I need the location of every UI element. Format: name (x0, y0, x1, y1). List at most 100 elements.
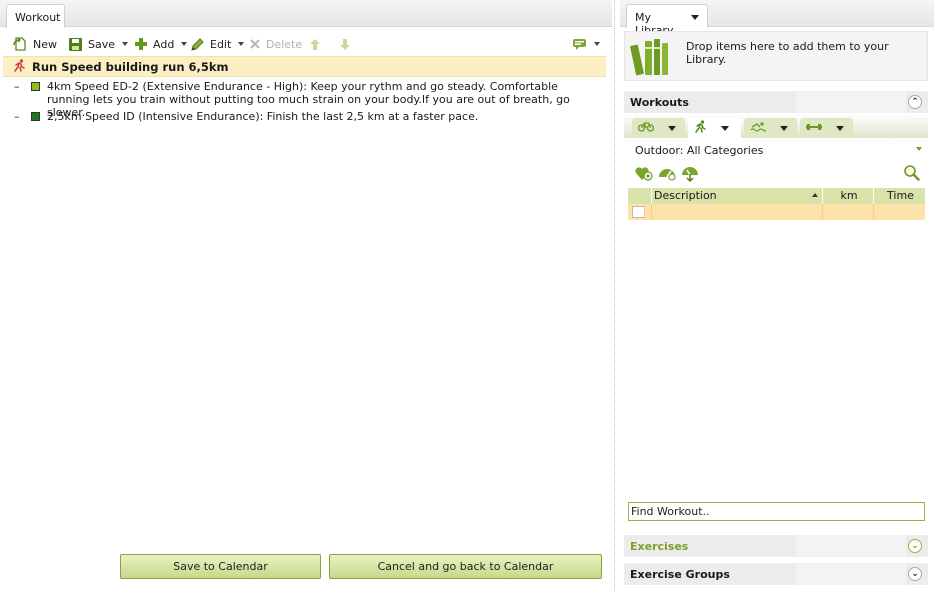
cancel-button[interactable]: Cancel and go back to Calendar (329, 554, 602, 579)
row-description-cell (652, 204, 823, 220)
collapse-up-icon[interactable]: ⌃ (908, 95, 922, 109)
x-icon (249, 38, 261, 50)
grid-header-select[interactable] (628, 188, 652, 204)
move-up-button[interactable] (309, 35, 321, 53)
floppy-disk-icon (68, 37, 83, 52)
library-actions (634, 164, 700, 185)
expand-down-icon[interactable]: ⌄ (908, 567, 922, 581)
category-filter[interactable]: Outdoor: All Categories (635, 144, 763, 157)
segment-color-swatch (31, 112, 40, 121)
arrow-up-icon (309, 38, 321, 51)
category-filter-label: Outdoor: All Categories (635, 144, 764, 157)
bicycle-icon (637, 121, 655, 135)
segment-color-swatch (31, 82, 40, 91)
find-workout-text: Find Workout.. (631, 505, 710, 518)
tab-strength[interactable] (800, 118, 853, 138)
row-checkbox[interactable] (632, 206, 645, 218)
books-icon (629, 37, 671, 80)
move-down-button[interactable] (339, 35, 351, 53)
grid-header-time[interactable]: Time (874, 188, 925, 204)
dumbbell-icon (806, 122, 822, 135)
save-to-calendar-label: Save to Calendar (173, 560, 268, 573)
edit-button-label: Edit (210, 37, 232, 51)
chevron-down-icon[interactable] (916, 147, 922, 151)
swimmer-icon (750, 121, 767, 135)
add-button[interactable]: Add (134, 35, 188, 53)
find-workout-input[interactable]: Find Workout.. (628, 502, 925, 521)
tab-workout[interactable]: Workout (6, 4, 65, 28)
save-to-calendar-button[interactable]: Save to Calendar (120, 554, 321, 579)
workout-title: Run Speed building run 6,5km (32, 59, 229, 74)
section-header-shade (796, 91, 906, 113)
workout-panel: Workout New Save Add Edit Delete Run Spe… (0, 0, 612, 591)
add-button-label: Add (153, 37, 175, 51)
row-time-cell (874, 204, 925, 220)
chevron-down-icon (181, 42, 188, 46)
grid-header-km-label: km (840, 189, 858, 202)
exercises-section-title: Exercises (630, 540, 689, 553)
sort-ascending-icon (812, 193, 818, 197)
grid-header-row: Description km Time (628, 188, 925, 204)
chevron-down-icon (780, 125, 788, 131)
workouts-section-title: Workouts (630, 96, 689, 109)
plus-icon (134, 37, 148, 51)
chevron-down-icon (238, 42, 245, 46)
grid-header-time-label: Time (887, 189, 914, 202)
segment-bullet: – (14, 110, 20, 123)
workout-toolbar: New Save Add Edit Delete (0, 30, 612, 56)
exercise-groups-section-header[interactable]: Exercise Groups ⌄ (624, 563, 928, 585)
save-button[interactable]: Save (68, 35, 129, 53)
drop-zone-message: Drop items here to add them to your Libr… (686, 40, 889, 66)
pencil-icon (190, 37, 205, 52)
chevron-down-icon (721, 125, 729, 131)
gauge-download-icon[interactable] (680, 164, 700, 185)
search-icon[interactable] (903, 164, 920, 184)
chevron-down-icon (122, 42, 129, 46)
arrow-down-icon (339, 38, 351, 51)
comment-button[interactable] (572, 35, 600, 53)
expand-down-icon[interactable]: ⌄ (908, 539, 922, 553)
library-tabstrip: My Library (620, 0, 934, 37)
grid-header-km[interactable]: km (823, 188, 874, 204)
exercises-section-header[interactable]: Exercises ⌄ (624, 535, 928, 557)
section-header-shade (796, 535, 906, 557)
runner-icon (694, 120, 707, 136)
tab-cycling[interactable] (632, 118, 685, 138)
chevron-down-icon (668, 125, 676, 131)
new-button[interactable]: New (12, 35, 57, 53)
new-document-icon (12, 36, 28, 52)
table-row[interactable] (628, 204, 925, 220)
workouts-grid: Description km Time (628, 188, 925, 220)
speech-bubble-icon (572, 38, 587, 51)
exercise-groups-section-title: Exercise Groups (630, 568, 730, 581)
grid-header-description[interactable]: Description (652, 188, 823, 204)
runner-icon (13, 58, 26, 75)
panel-splitter[interactable] (614, 0, 615, 591)
grid-header-description-label: Description (654, 189, 717, 202)
delete-button[interactable]: Delete (249, 35, 302, 53)
row-km-cell (823, 204, 874, 220)
sport-tabs (624, 114, 928, 138)
workout-tabstrip: Workout (0, 0, 612, 28)
workout-title-row[interactable]: Run Speed building run 6,5km (3, 56, 606, 77)
gauge-icon[interactable] (657, 164, 677, 185)
cancel-button-label: Cancel and go back to Calendar (377, 560, 554, 573)
delete-button-label: Delete (266, 37, 303, 51)
workouts-section-header[interactable]: Workouts ⌃ (624, 91, 928, 113)
section-header-shade (796, 563, 906, 585)
tab-my-library[interactable]: My Library (626, 4, 708, 37)
row-select-cell (628, 204, 652, 220)
library-drop-zone[interactable]: Drop items here to add them to your Libr… (624, 31, 928, 81)
favorite-icon[interactable] (634, 164, 654, 185)
tab-workout-label: Workout (15, 11, 61, 24)
new-button-label: New (33, 37, 57, 51)
save-button-label: Save (88, 37, 116, 51)
chevron-down-icon (594, 42, 600, 46)
tab-my-library-label: My Library (635, 11, 673, 37)
tab-swimming[interactable] (744, 118, 797, 138)
workout-segment[interactable]: – 2,5km Speed ID (Intensive Endurance): … (14, 110, 594, 123)
chevron-down-icon (691, 15, 699, 20)
edit-button[interactable]: Edit (190, 35, 245, 53)
tab-running[interactable] (688, 118, 741, 138)
chevron-down-icon (836, 125, 844, 131)
